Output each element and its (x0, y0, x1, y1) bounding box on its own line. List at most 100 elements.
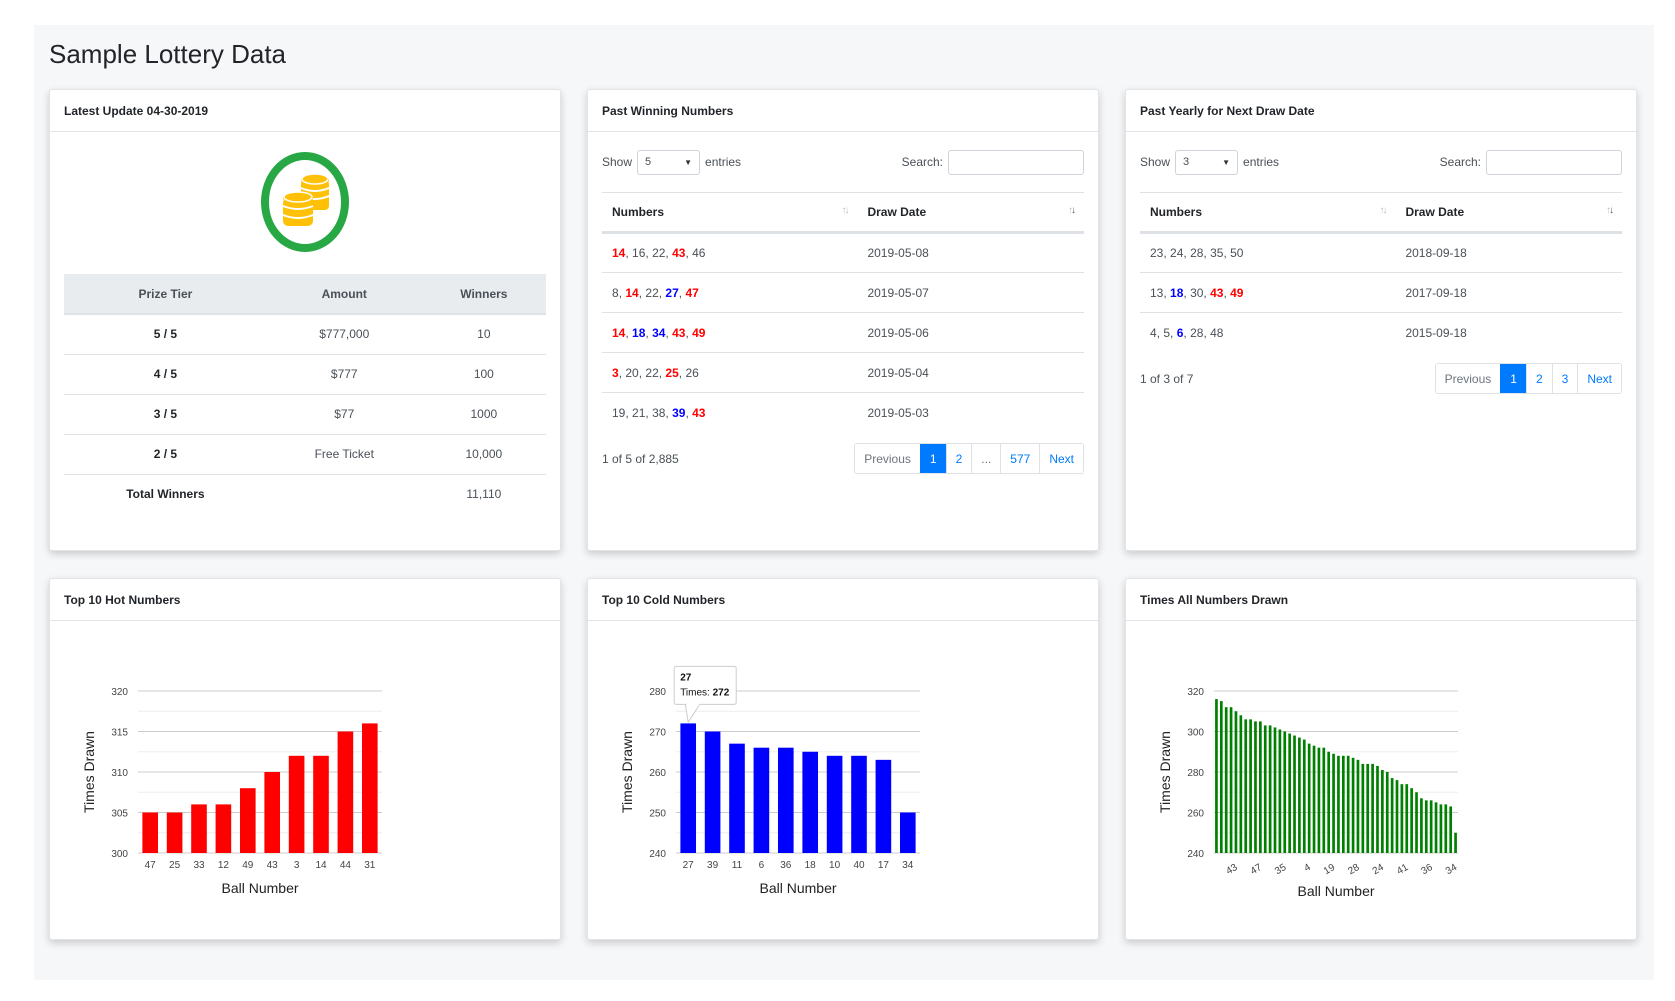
bar (1254, 721, 1257, 853)
bar (1234, 711, 1238, 853)
draw-date-cell: 2015-09-18 (1395, 312, 1622, 353)
x-tick-label: 27 (683, 860, 695, 871)
past-winning-table: Numbers ↑↓ Draw Date ↑↓ 14, 16, 22, 43, 46… (602, 192, 1084, 433)
pagination: Previous 1 2 3 Next (1434, 363, 1622, 394)
pager-page-button[interactable]: 2 (1525, 364, 1552, 393)
page-title: Sample Lottery Data (49, 39, 287, 69)
draw-date-cell: 2019-05-04 (857, 352, 1084, 393)
y-tick-label: 260 (1187, 809, 1204, 820)
pager-previous-button[interactable]: Previous (855, 444, 920, 473)
bar (777, 747, 794, 853)
col-draw-date[interactable]: Draw Date ↑↓ (1395, 192, 1622, 234)
bar (1317, 747, 1321, 853)
bar (142, 812, 159, 853)
y-tick-label: 315 (111, 728, 128, 739)
entries-select[interactable]: 3 ▼ (1175, 149, 1239, 175)
entries-select[interactable]: 5 ▼ (637, 149, 701, 175)
prize-row: 2 / 5 Free Ticket 10,000 (64, 433, 546, 474)
entries-value: 5 (645, 156, 652, 168)
pager-next-button[interactable]: Next (1577, 364, 1621, 393)
col-prize-tier: Prize Tier (64, 274, 267, 315)
bar (1293, 735, 1296, 853)
col-numbers[interactable]: Numbers ↑↓ (1140, 192, 1396, 234)
total-label: Total Winners (64, 473, 267, 514)
ball-number: 43 (672, 325, 686, 340)
prize-tier: 2 / 5 (64, 433, 267, 474)
prize-amount: $777 (266, 353, 422, 394)
x-tick-label: 47 (145, 860, 157, 871)
table-row: 3, 20, 22, 25, 26 2019-05-04 (602, 352, 1084, 393)
pager-page-button[interactable]: 1 (919, 444, 946, 473)
bar (166, 812, 183, 853)
pager-next-button[interactable]: Next (1039, 444, 1083, 473)
x-tick-label: 17 (878, 860, 890, 871)
bar (1259, 721, 1262, 853)
ball-number: 18 (1170, 285, 1184, 300)
bar (1400, 784, 1404, 853)
y-tick-label: 280 (649, 687, 666, 698)
pager-page-button[interactable]: 2 (945, 444, 972, 473)
ball-number: 21 (632, 405, 646, 420)
bar (1449, 806, 1453, 853)
pager-page-button[interactable]: 3 (1551, 364, 1578, 393)
bar (1278, 729, 1282, 853)
bar (1439, 804, 1443, 853)
ball-number: 46 (692, 246, 706, 260)
ball-number: 22 (645, 285, 659, 300)
bar (1268, 725, 1272, 853)
pager-page-button[interactable]: 1 (1500, 364, 1526, 393)
x-tick-label: 43 (267, 860, 279, 871)
bar (1263, 725, 1267, 853)
ball-number: 30 (1190, 285, 1204, 300)
page: Sample Lottery Data Latest Update 04-30-… (34, 25, 1654, 980)
sort-desc-icon: ↑↓ (1606, 205, 1614, 216)
bar (1332, 753, 1335, 853)
draw-date-cell: 2019-05-06 (857, 312, 1084, 353)
bar (1224, 707, 1228, 853)
bar (1371, 763, 1374, 853)
x-tick-label: 25 (169, 860, 181, 871)
search-input[interactable] (1486, 149, 1622, 175)
prize-winners: 10 (421, 313, 546, 354)
caret-down-icon: ▼ (1222, 157, 1231, 167)
ball-number: 4 (1150, 325, 1157, 340)
bar (1302, 739, 1306, 853)
y-tick-label: 250 (649, 809, 666, 820)
prize-winners: 1000 (421, 393, 546, 434)
ball-number: 6 (1176, 325, 1184, 340)
bar (288, 755, 305, 853)
bar (875, 759, 892, 853)
show-label: Show (602, 155, 633, 169)
pager-page-button[interactable]: 577 (1000, 444, 1040, 473)
ball-number: 22 (645, 365, 659, 380)
col-draw-date[interactable]: Draw Date ↑↓ (857, 192, 1084, 234)
x-tick-label: 14 (315, 860, 327, 871)
card-header: Times All Numbers Drawn (1126, 579, 1636, 621)
tooltip-mask (686, 702, 700, 706)
tooltip-text: Times: 272 (680, 687, 730, 698)
bar (899, 812, 916, 853)
y-axis-label: Times Drawn (1157, 731, 1173, 813)
numbers-cell: 14, 18, 34, 43, 49 (602, 312, 858, 353)
show-label: Show (1140, 155, 1171, 169)
bar (1322, 747, 1326, 853)
card-header: Past Yearly for Next Draw Date (1126, 90, 1636, 132)
bar (1229, 707, 1233, 853)
search-input[interactable] (948, 149, 1084, 175)
x-tick-label: 31 (364, 860, 376, 871)
bar (680, 723, 697, 853)
bar (1283, 731, 1287, 853)
bar (1381, 769, 1384, 853)
x-tick-label: 41 (1395, 862, 1411, 877)
table-row: 4, 5, 6, 28, 48 2015-09-18 (1140, 312, 1622, 353)
x-tick-label: 10 (829, 860, 841, 871)
draw-date-cell: 2017-09-18 (1395, 272, 1622, 313)
sort-desc-icon: ↑↓ (1068, 205, 1076, 216)
table-row: 8, 14, 22, 27, 47 2019-05-07 (602, 272, 1084, 313)
x-tick-label: 24 (1371, 862, 1387, 877)
sort-icon: ↑↓ (841, 205, 849, 216)
pager-previous-button[interactable]: Previous (1435, 364, 1501, 393)
col-numbers[interactable]: Numbers ↑↓ (602, 192, 858, 234)
bar (1249, 719, 1252, 853)
x-tick-label: 4 (1302, 862, 1313, 875)
